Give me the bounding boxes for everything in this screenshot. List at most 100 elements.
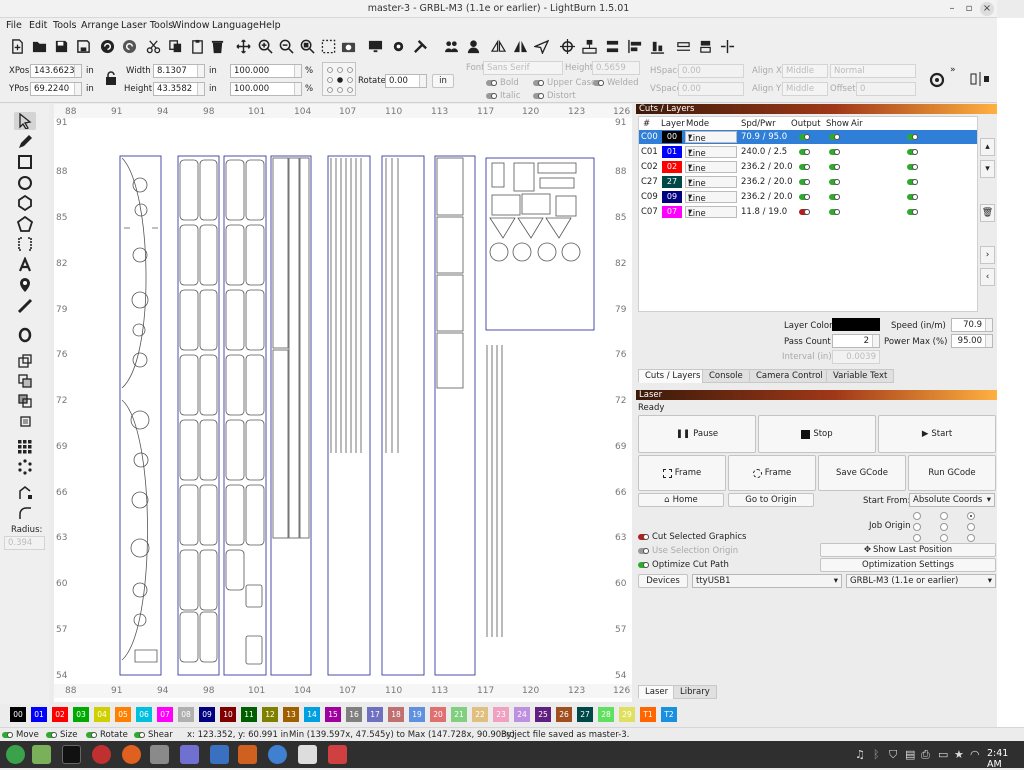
layer-color-chip[interactable]: 09	[662, 191, 682, 203]
align-x-select[interactable]: Middle	[782, 64, 828, 78]
polygon-tool-icon[interactable]	[14, 194, 36, 212]
home-button[interactable]: ⌂ Home	[638, 493, 724, 507]
xpos-input[interactable]: 143.6623	[30, 64, 82, 78]
printer-icon[interactable]: ⎙	[921, 748, 930, 762]
layer-color-chip[interactable]: 07	[662, 206, 682, 218]
palette-swatch-T1[interactable]: T1	[640, 707, 656, 722]
zoom-frame-icon[interactable]	[298, 37, 316, 55]
offset-input[interactable]: 0	[856, 82, 916, 96]
select-tool-icon[interactable]	[14, 112, 36, 130]
ypos-input[interactable]: 69.2240	[30, 82, 82, 96]
job-origin-radio[interactable]	[940, 523, 948, 531]
layer-row[interactable]: C09 09 Line ▾ 236.2 / 20.0	[639, 190, 977, 204]
tab-camera-control[interactable]: Camera Control	[749, 369, 830, 383]
output-toggle[interactable]	[799, 194, 810, 200]
stop-button[interactable]: Stop	[758, 415, 876, 453]
minimize-icon[interactable]: –	[945, 2, 959, 16]
ellipse-tool-icon[interactable]	[14, 174, 36, 192]
start-button[interactable]: ▶ Start	[878, 415, 996, 453]
text-editor-icon[interactable]	[298, 745, 317, 764]
palette-swatch-09[interactable]: 09	[199, 707, 215, 722]
air-toggle[interactable]	[907, 179, 918, 185]
design-canvas[interactable]	[54, 104, 632, 702]
layer-mode-select[interactable]: Line ▾	[685, 176, 737, 189]
palette-swatch-24[interactable]: 24	[514, 707, 530, 722]
frame-circle-button[interactable]: Frame	[728, 455, 816, 491]
resize-height-icon[interactable]	[696, 37, 714, 55]
align-bottom-icon[interactable]	[648, 37, 666, 55]
speed-input[interactable]: 70.9	[951, 318, 993, 332]
layer-color-chip[interactable]: 01	[662, 146, 682, 158]
palette-swatch-28[interactable]: 28	[598, 707, 614, 722]
open-folder-icon[interactable]	[30, 37, 48, 55]
palette-swatch-26[interactable]: 26	[556, 707, 572, 722]
circular-array-tool-icon[interactable]	[14, 458, 36, 476]
layer-row[interactable]: C00 00 Line ▾ 70.9 / 95.0	[639, 130, 977, 144]
uppercase-toggle[interactable]: Upper Case	[533, 78, 596, 88]
mirror-horizontal-icon[interactable]	[489, 37, 507, 55]
rotate-unit-button[interactable]: in	[432, 74, 454, 88]
palette-swatch-27[interactable]: 27	[577, 707, 593, 722]
menu-edit[interactable]: Edit	[29, 20, 47, 31]
start-from-select[interactable]: Absolute Coords ▾	[909, 493, 995, 507]
job-origin-radio[interactable]	[913, 512, 921, 520]
palette-swatch-18[interactable]: 18	[388, 707, 404, 722]
bracket-tool-icon[interactable]	[14, 235, 36, 253]
layer-mode-select[interactable]: Line ▾	[685, 161, 737, 174]
output-toggle[interactable]	[799, 149, 810, 155]
cut-selected-toggle[interactable]: Cut Selected Graphics	[638, 532, 746, 542]
palette-swatch-17[interactable]: 17	[367, 707, 383, 722]
layer-mode-select[interactable]: Line ▾	[685, 131, 737, 144]
music-icon[interactable]: ♫	[855, 748, 865, 761]
devices-button[interactable]: Devices	[638, 574, 688, 588]
camera-icon[interactable]	[339, 37, 357, 55]
undo-icon[interactable]	[98, 37, 116, 55]
palette-swatch-08[interactable]: 08	[178, 707, 194, 722]
go-to-origin-button[interactable]: Go to Origin	[728, 493, 814, 507]
menu-tools[interactable]: Tools	[53, 20, 76, 31]
tab-variable-text[interactable]: Variable Text	[826, 369, 895, 383]
palette-swatch-10[interactable]: 10	[220, 707, 236, 722]
palette-swatch-07[interactable]: 07	[157, 707, 173, 722]
menu-arrange[interactable]: Arrange	[81, 20, 119, 31]
job-origin-radio[interactable]	[913, 534, 921, 542]
paste-icon[interactable]	[188, 37, 206, 55]
radius-input[interactable]: 0.394	[4, 536, 45, 550]
align-left-icon[interactable]	[626, 37, 644, 55]
refresh-icon[interactable]	[928, 71, 946, 89]
show-toggle[interactable]	[829, 164, 840, 170]
save-as-icon[interactable]	[74, 37, 92, 55]
palette-swatch-19[interactable]: 19	[409, 707, 425, 722]
monitor-icon[interactable]	[366, 37, 384, 55]
show-toggle[interactable]	[829, 149, 840, 155]
move-layer-up-button[interactable]: ▴	[980, 138, 995, 156]
pencil-tool-icon[interactable]	[14, 133, 36, 151]
palette-swatch-25[interactable]: 25	[535, 707, 551, 722]
text-tool-icon[interactable]	[14, 256, 36, 274]
show-toggle[interactable]	[829, 179, 840, 185]
width-input[interactable]: 8.1307	[153, 64, 205, 78]
delete-icon[interactable]	[208, 37, 226, 55]
weld-tool-icon[interactable]	[14, 412, 36, 430]
optimize-cut-path-toggle[interactable]: Optimize Cut Path	[638, 560, 729, 570]
lock-icon[interactable]	[105, 71, 117, 85]
palette-swatch-21[interactable]: 21	[451, 707, 467, 722]
settings-icon[interactable]	[389, 37, 407, 55]
image-viewer-icon[interactable]	[328, 745, 347, 764]
origin-selector[interactable]	[322, 62, 356, 96]
app-icon[interactable]	[92, 745, 111, 764]
run-gcode-button[interactable]: Run GCode	[908, 455, 996, 491]
palette-swatch-04[interactable]: 04	[94, 707, 110, 722]
mirror-vertical-icon[interactable]	[511, 37, 529, 55]
job-origin-radio[interactable]	[940, 534, 948, 542]
device-profile-select[interactable]: GRBL-M3 (1.1e or earlier) ▾	[846, 574, 996, 588]
air-toggle[interactable]	[907, 209, 918, 215]
push-icon[interactable]	[718, 37, 736, 55]
offset-tool-icon[interactable]	[14, 326, 36, 344]
move-mode-toggle[interactable]: Move	[2, 730, 39, 740]
camera-app-icon[interactable]	[210, 745, 229, 764]
chrome-icon[interactable]	[268, 745, 287, 764]
move-icon[interactable]	[234, 37, 252, 55]
user-icon[interactable]	[464, 37, 482, 55]
optimization-settings-button[interactable]: Optimization Settings	[820, 558, 996, 572]
